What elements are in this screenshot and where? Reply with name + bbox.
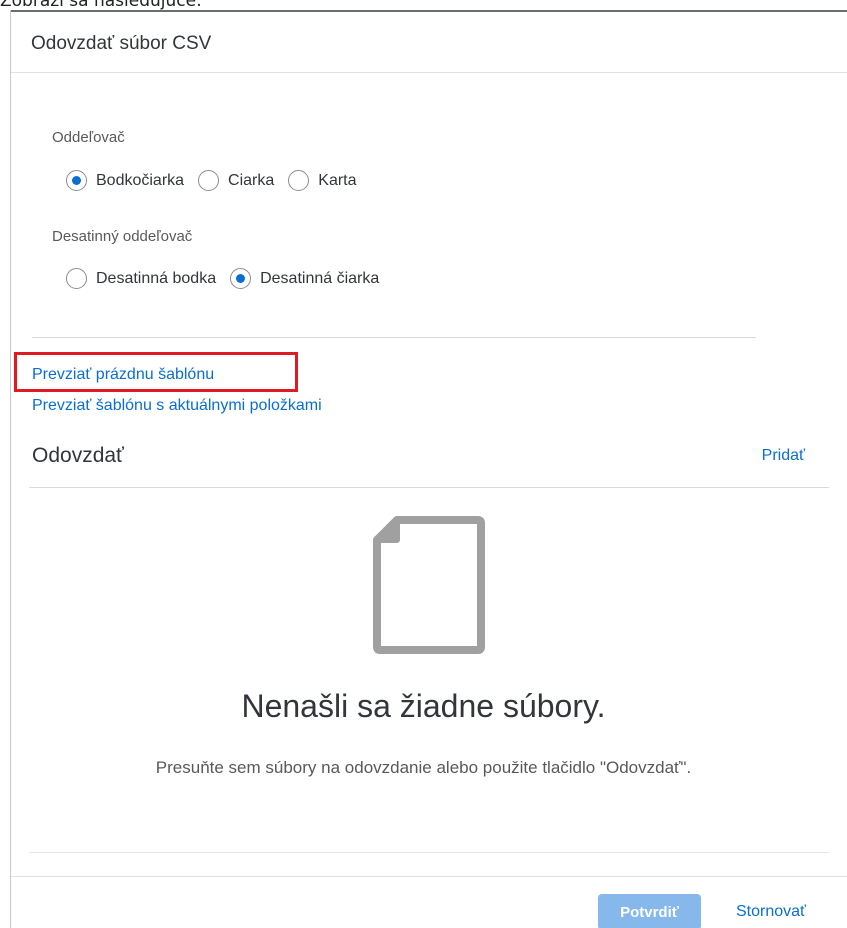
radio-unselected-icon: [198, 170, 220, 191]
radio-unselected-icon: [288, 170, 310, 191]
radio-label: Ciarka: [228, 171, 275, 189]
radio-tab[interactable]: Karta: [288, 170, 357, 191]
screenshot: Zobrazí sa nasledujúce: Odovzdať súbor C…: [0, 0, 847, 928]
document-icon: [373, 516, 485, 654]
radio-selected-icon: [230, 268, 252, 289]
separator-label: Oddeľovač: [52, 129, 125, 146]
empty-state-description: Presuňte sem súbory na odovzdanie alebo …: [155, 758, 692, 777]
radio-decimal-point[interactable]: Desatinná bodka: [66, 268, 216, 289]
dialog-title: Odovzdať súbor CSV: [31, 33, 212, 54]
dialog-left-border: [10, 10, 11, 928]
separator-radio-group: Bodkočiarka Ciarka Karta: [66, 170, 371, 191]
radio-label: Desatinná čiarka: [260, 269, 380, 287]
cancel-button[interactable]: Stornovať: [716, 894, 826, 928]
empty-state-title: Nenašli sa žiadne súbory.: [241, 688, 606, 724]
radio-selected-icon: [66, 170, 87, 191]
options-divider: [32, 337, 756, 338]
footer-divider: [11, 876, 847, 877]
radio-comma[interactable]: Ciarka: [198, 170, 274, 191]
download-empty-template-link[interactable]: Prevziať prázdnu šablónu: [32, 366, 214, 384]
radio-label: Desatinná bodka: [96, 269, 217, 287]
decimal-separator-label: Desatinný oddeľovač: [52, 228, 193, 245]
download-current-template-link[interactable]: Prevziať šablónu s aktuálnymi položkami: [32, 397, 322, 415]
dialog-top-border: [10, 10, 847, 12]
radio-label: Bodkočiarka: [96, 171, 185, 189]
decimal-separator-radio-group: Desatinná bodka Desatinná čiarka: [66, 268, 393, 289]
radio-semicolon[interactable]: Bodkočiarka: [66, 170, 184, 191]
title-divider: [11, 72, 847, 73]
radio-label: Karta: [318, 171, 357, 189]
upload-header-divider: [29, 487, 829, 488]
radio-decimal-comma[interactable]: Desatinná čiarka: [230, 268, 379, 289]
add-file-button[interactable]: Pridať: [762, 447, 805, 465]
upload-section-title: Odovzdať: [32, 444, 124, 467]
confirm-button[interactable]: Potvrdiť: [598, 894, 701, 928]
radio-unselected-icon: [66, 268, 87, 289]
upload-bottom-divider: [29, 852, 829, 853]
